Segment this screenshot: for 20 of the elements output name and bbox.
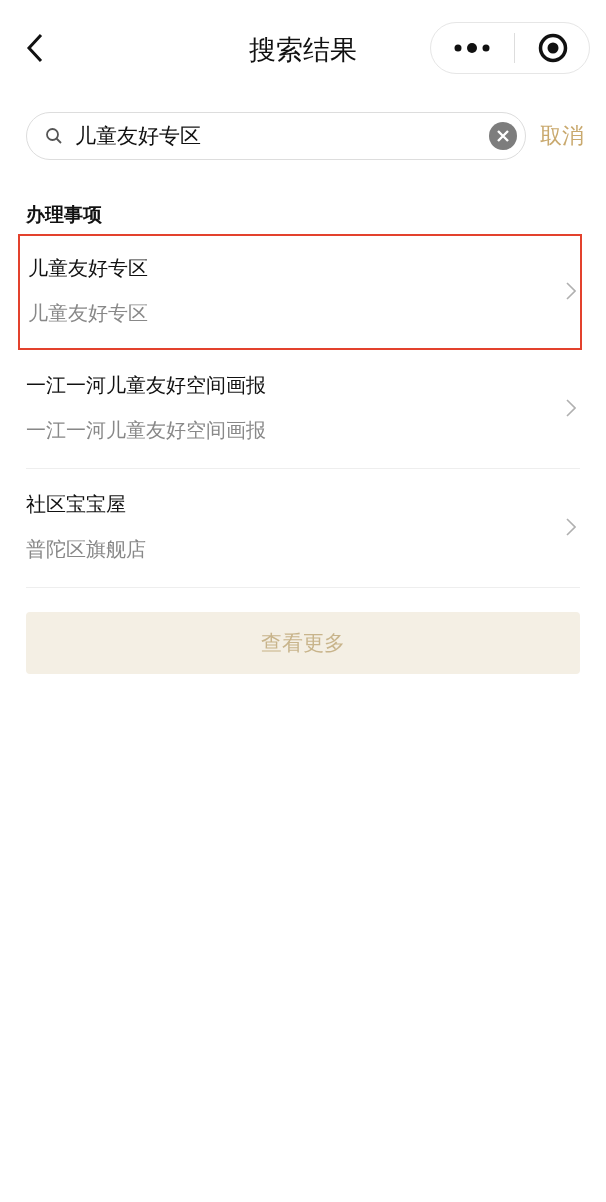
chevron-icon [566,282,576,300]
close-target-icon[interactable] [537,33,568,63]
result-title: 一江一河儿童友好空间画报 [26,372,267,399]
result-title: 儿童友好专区 [28,255,149,282]
search-query: 儿童友好专区 [75,123,202,150]
result-subtitle: 一江一河儿童友好空间画报 [26,417,267,444]
result-item[interactable]: 儿童友好专区 儿童友好专区 [18,234,582,350]
section-title: 办理事项 [26,202,103,227]
chevron-icon [566,518,576,536]
page-title: 搜索结果 [248,33,358,67]
result-item[interactable]: 一江一河儿童友好空间画报 一江一河儿童友好空间画报 [26,350,580,469]
back-icon[interactable] [26,32,44,64]
clear-icon[interactable] [489,122,517,150]
result-item[interactable]: 社区宝宝屋 普陀区旗舰店 [26,469,580,588]
result-title: 社区宝宝屋 [26,491,127,518]
result-subtitle: 儿童友好专区 [28,300,149,327]
more-icon[interactable] [452,43,491,53]
search-icon [45,127,63,145]
chevron-icon [566,399,576,417]
result-subtitle: 普陀区旗舰店 [26,536,147,563]
